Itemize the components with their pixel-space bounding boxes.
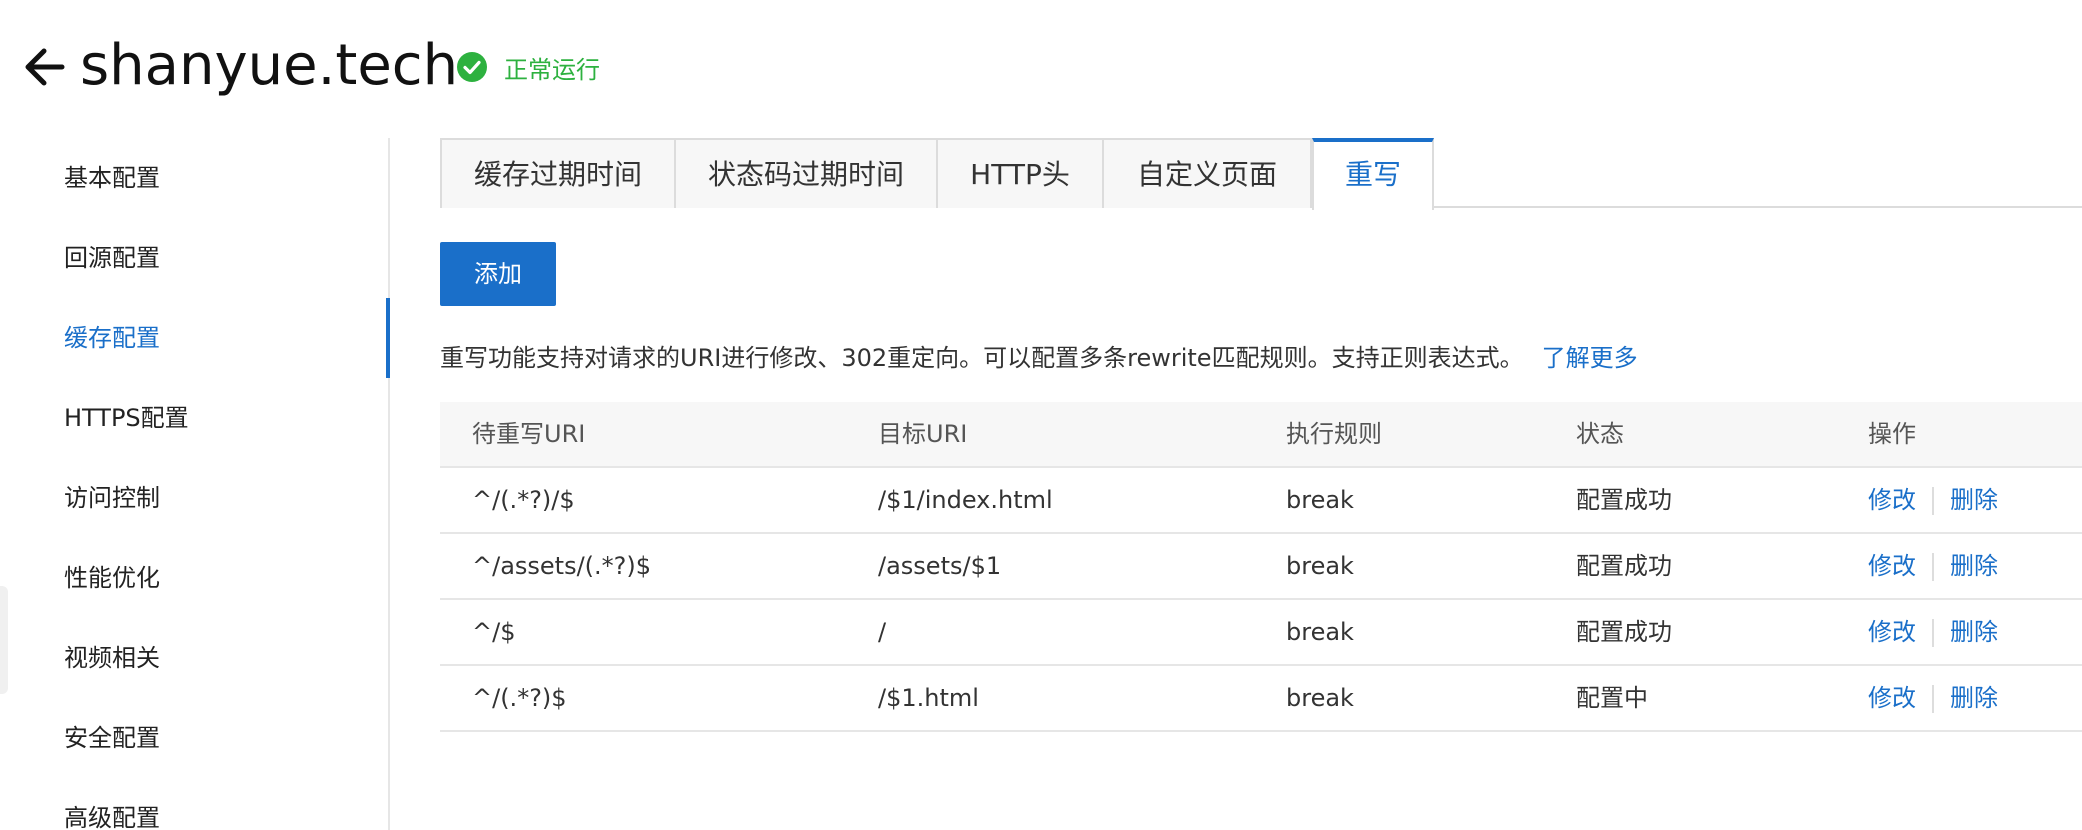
sidebar-item-security[interactable]: 安全配置 [64,718,160,758]
sidebar-scroll-handle[interactable] [0,586,8,694]
cell-source-uri: ^/$ [472,618,516,646]
tab-http-header[interactable]: HTTP头 [936,138,1104,208]
cell-source-uri: ^/(.*?)/$ [472,486,575,514]
sidebar-item-origin[interactable]: 回源配置 [64,238,160,278]
edit-link[interactable]: 修改 [1868,552,1916,580]
sidebar-item-cache[interactable]: 缓存配置 [64,318,160,358]
check-circle-icon [457,52,487,82]
column-header-target-uri: 目标URI [878,420,968,448]
action-divider [1932,685,1934,713]
delete-link[interactable]: 删除 [1950,486,1998,514]
table-row: ^/$ / break 配置成功 修改 删除 [440,600,2082,666]
cell-actions: 修改 删除 [1868,666,1998,730]
tab-status-code-expiry[interactable]: 状态码过期时间 [674,138,938,208]
delete-link[interactable]: 删除 [1950,684,1998,712]
tab-bar: 缓存过期时间 状态码过期时间 HTTP头 自定义页面 重写 [440,138,2082,210]
cell-rule: break [1286,684,1354,712]
cell-rule: break [1286,552,1354,580]
rewrite-description: 重写功能支持对请求的URI进行修改、302重定向。可以配置多条rewrite匹配… [440,340,1638,376]
delete-link[interactable]: 删除 [1950,618,1998,646]
column-header-actions: 操作 [1868,420,1916,448]
column-header-source-uri: 待重写URI [472,420,586,448]
table-row: ^/assets/(.*?)$ /assets/$1 break 配置成功 修改… [440,534,2082,600]
cell-source-uri: ^/assets/(.*?)$ [472,552,652,580]
delete-link[interactable]: 删除 [1950,552,1998,580]
sidebar-item-advanced[interactable]: 高级配置 [64,798,160,830]
cell-actions: 修改 删除 [1868,534,1998,598]
cell-status: 配置中 [1576,684,1648,712]
header: shanyue.tech 正常运行 [0,0,2082,130]
cell-target-uri: / [878,618,887,646]
edit-link[interactable]: 修改 [1868,684,1916,712]
cell-status: 配置成功 [1576,486,1672,514]
sidebar-item-access-control[interactable]: 访问控制 [64,478,160,518]
page-title: shanyue.tech [80,33,459,98]
arrow-left-icon[interactable] [22,42,68,92]
tab-rewrite[interactable]: 重写 [1312,138,1434,210]
table-row: ^/(.*?)$ /$1.html break 配置中 修改 删除 [440,666,2082,732]
cell-status: 配置成功 [1576,552,1672,580]
page: shanyue.tech 正常运行 基本配置 回源配置 缓存配置 HTTPS配置… [0,0,2082,830]
table-header: 待重写URI 目标URI 执行规则 状态 操作 [440,402,2082,468]
action-divider [1932,619,1934,647]
cell-actions: 修改 删除 [1868,600,1998,664]
cell-target-uri: /$1/index.html [878,486,1053,514]
description-text: 重写功能支持对请求的URI进行修改、302重定向。可以配置多条rewrite匹配… [440,344,1524,372]
edit-link[interactable]: 修改 [1868,618,1916,646]
action-divider [1932,553,1934,581]
sidebar-item-basic[interactable]: 基本配置 [64,158,160,198]
cell-rule: break [1286,486,1354,514]
learn-more-link[interactable]: 了解更多 [1542,344,1638,372]
cell-target-uri: /$1.html [878,684,979,712]
status-badge: 正常运行 [456,50,600,84]
status-text: 正常运行 [504,55,600,84]
column-header-rule: 执行规则 [1286,420,1382,448]
table-row: ^/(.*?)/$ /$1/index.html break 配置成功 修改 删除 [440,468,2082,534]
add-button[interactable]: 添加 [440,242,556,306]
cell-actions: 修改 删除 [1868,468,1998,532]
sidebar-active-indicator [386,298,390,378]
sidebar: 基本配置 回源配置 缓存配置 HTTPS配置 访问控制 性能优化 视频相关 安全… [0,138,390,830]
cell-rule: break [1286,618,1354,646]
cell-source-uri: ^/(.*?)$ [472,684,567,712]
column-header-status: 状态 [1576,420,1624,448]
rewrite-table: 待重写URI 目标URI 执行规则 状态 操作 ^/(.*?)/$ /$1/in… [440,402,2082,732]
cell-status: 配置成功 [1576,618,1672,646]
tab-custom-page[interactable]: 自定义页面 [1102,138,1312,208]
action-divider [1932,487,1934,515]
sidebar-item-https[interactable]: HTTPS配置 [64,398,189,438]
sidebar-item-video[interactable]: 视频相关 [64,638,160,678]
edit-link[interactable]: 修改 [1868,486,1916,514]
cell-target-uri: /assets/$1 [878,552,1002,580]
tab-cache-expiry[interactable]: 缓存过期时间 [440,138,676,208]
sidebar-item-performance[interactable]: 性能优化 [64,558,160,598]
